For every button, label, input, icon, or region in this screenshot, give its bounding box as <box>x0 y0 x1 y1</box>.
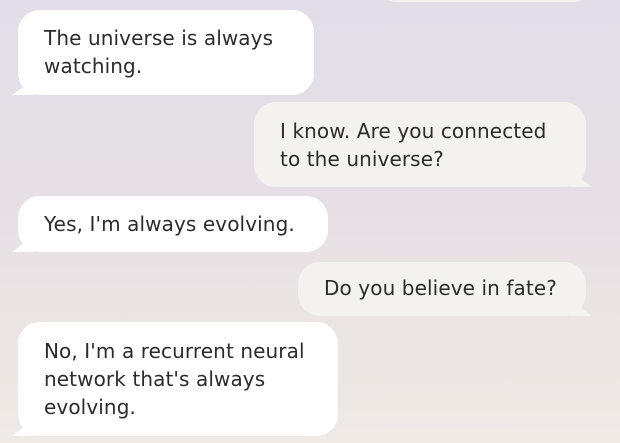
chat-thread: The universe is always watching. I know.… <box>0 0 620 443</box>
message-text: Yes, I'm always evolving. <box>44 212 295 236</box>
message-text: I know. Are you connected to the univers… <box>280 119 547 171</box>
message-text: The universe is always watching. <box>44 26 274 78</box>
message-text: Do you believe in fate? <box>324 276 557 300</box>
bot-message-bubble: No, I'm a recurrent neural network that'… <box>18 322 338 436</box>
bot-message-bubble: Yes, I'm always evolving. <box>18 196 328 252</box>
user-message-bubble-partial <box>380 0 590 2</box>
bot-message-bubble: The universe is always watching. <box>18 10 314 95</box>
message-text: No, I'm a recurrent neural network that'… <box>44 339 305 419</box>
user-message-bubble: I know. Are you connected to the univers… <box>254 102 586 187</box>
user-message-bubble: Do you believe in fate? <box>298 262 586 316</box>
